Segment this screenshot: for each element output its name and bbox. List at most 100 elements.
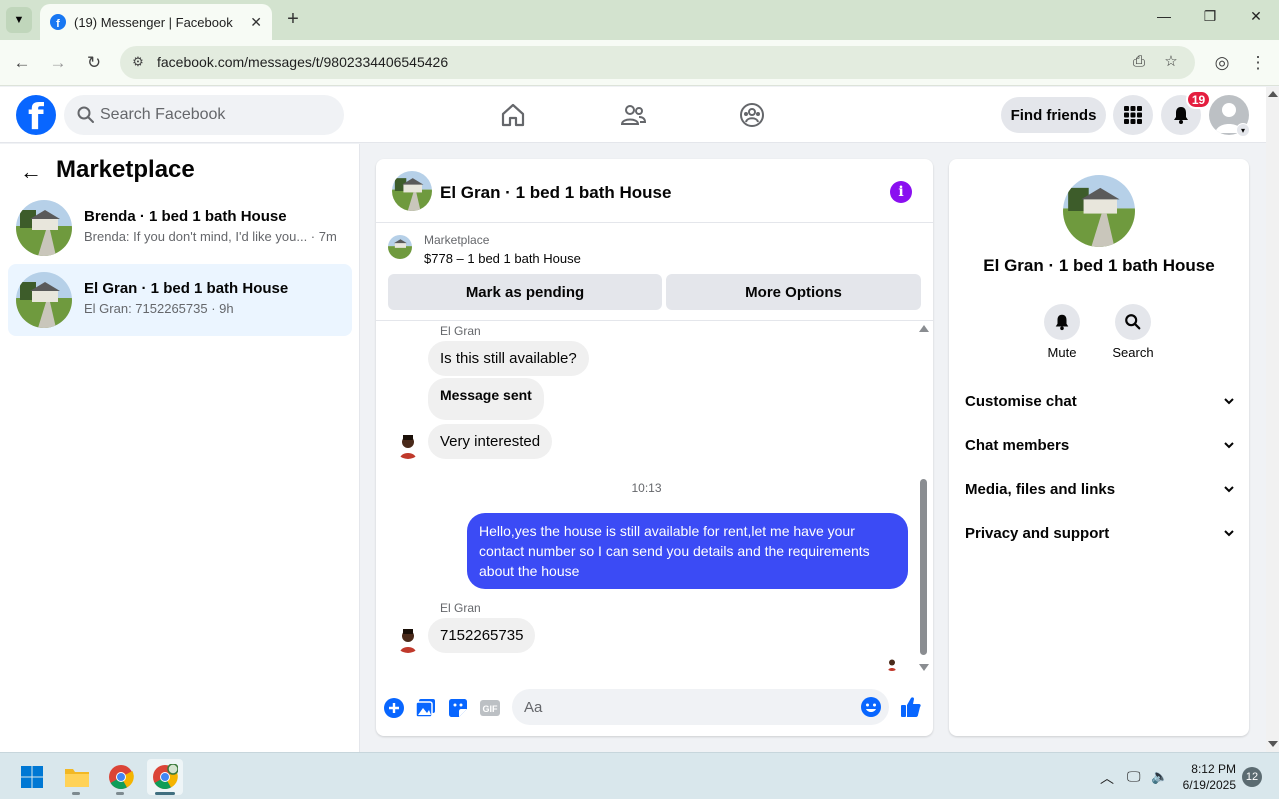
message-input-box[interactable] — [512, 689, 889, 725]
scroll-thumb[interactable] — [920, 479, 927, 655]
thumbs-up-icon[interactable] — [899, 695, 923, 719]
gif-icon[interactable]: GIF — [479, 697, 501, 719]
row-label: Customise chat — [965, 392, 1077, 410]
chat-details-panel: El Gran · 1 bed 1 bath House Mute Search… — [949, 159, 1249, 736]
incoming-message[interactable]: 7152265735 — [428, 618, 536, 653]
chevron-down-icon — [1224, 398, 1234, 405]
outgoing-message[interactable]: Hello,yes the house is still available f… — [467, 513, 908, 589]
sticker-icon[interactable] — [447, 697, 469, 719]
bookmark-star-icon[interactable]: ☆ — [1161, 52, 1181, 72]
customise-chat-row[interactable]: Customise chat — [965, 381, 1235, 421]
chrome-profile-icon[interactable] — [147, 759, 183, 795]
conversation-item-brenda[interactable]: Brenda · 1 bed 1 bath House Brenda: If y… — [8, 192, 352, 264]
friends-icon[interactable] — [619, 101, 647, 129]
photo-gallery-icon[interactable] — [415, 697, 437, 719]
network-icon[interactable]: 🖵 — [1127, 768, 1141, 785]
site-info-icon[interactable]: ⚙ — [128, 52, 148, 72]
media-files-links-row[interactable]: Media, files and links — [965, 469, 1235, 509]
groups-icon[interactable] — [738, 101, 766, 129]
message-composer: GIF — [376, 676, 933, 736]
listing-thumbnail[interactable] — [388, 235, 412, 259]
incoming-message[interactable]: Message sent — [428, 378, 544, 420]
windows-start-icon[interactable] — [14, 759, 50, 795]
show-hidden-icons-chevron-icon[interactable]: ︿ — [1100, 768, 1114, 788]
forward-arrow-icon[interactable]: → — [47, 52, 69, 74]
back-arrow-icon[interactable]: ← — [11, 52, 33, 74]
minimize-icon[interactable]: — — [1149, 8, 1179, 24]
conversation-preview: Brenda: If you don't mind, I'd like you.… — [84, 229, 337, 244]
back-arrow-icon[interactable]: ← — [20, 160, 44, 184]
reload-icon[interactable]: ↻ — [83, 52, 105, 74]
chat-members-row[interactable]: Chat members — [965, 425, 1235, 465]
message-input[interactable] — [524, 689, 844, 725]
house-thumbnail[interactable] — [392, 171, 432, 211]
listing-category: Marketplace — [424, 233, 490, 247]
mute-button[interactable]: Mute — [1032, 304, 1092, 360]
emoji-icon[interactable] — [860, 696, 882, 718]
find-friends-button[interactable]: Find friends — [1001, 97, 1106, 133]
sender-avatar[interactable] — [394, 625, 422, 653]
app-active-indicator — [155, 792, 175, 795]
marketplace-listing-bar: Marketplace $778 – 1 bed 1 bath House Ma… — [376, 223, 933, 321]
row-label: Privacy and support — [965, 524, 1110, 542]
conversation-item-el-gran[interactable]: El Gran · 1 bed 1 bath House El Gran: 71… — [8, 264, 352, 336]
chrome-icon[interactable] — [103, 759, 139, 795]
incoming-message[interactable]: Is this still available? — [428, 341, 589, 376]
message-thread: El Gran Is this still available? Message… — [376, 321, 933, 676]
panel-title: Marketplace — [56, 156, 195, 183]
facebook-logo-icon[interactable]: f — [16, 95, 56, 135]
tab-search-chevron-icon[interactable]: ▼ — [6, 7, 32, 33]
search-input[interactable] — [100, 95, 330, 135]
scroll-down-arrow-icon[interactable] — [1268, 741, 1278, 747]
mute-label: Mute — [1047, 345, 1077, 360]
search-in-chat-button[interactable]: Search — [1103, 304, 1163, 360]
facebook-favicon-icon: f — [50, 14, 66, 30]
privacy-support-row[interactable]: Privacy and support — [965, 513, 1235, 553]
clock-date: 6/19/2025 — [1182, 778, 1236, 792]
window-close-icon[interactable]: ✕ — [1241, 8, 1271, 25]
conversation-preview: El Gran: 7152265735 · 9h — [84, 301, 234, 316]
browser-menu-icon[interactable]: ⋮ — [1247, 52, 1269, 74]
search-icon — [77, 106, 94, 123]
notification-center-badge[interactable]: 12 — [1242, 767, 1262, 787]
scroll-up-arrow-icon[interactable] — [1268, 91, 1278, 97]
taskbar-clock[interactable]: 8:12 PM 6/19/2025 — [1180, 761, 1236, 793]
bell-icon — [1044, 304, 1080, 340]
plus-circle-icon[interactable] — [383, 697, 405, 719]
home-icon[interactable] — [499, 101, 527, 129]
notification-badge: 19 — [1186, 90, 1211, 109]
listing-price-title[interactable]: $778 – 1 bed 1 bath House — [424, 251, 581, 266]
info-icon[interactable]: i — [890, 181, 912, 203]
chat-title[interactable]: El Gran · 1 bed 1 bath House — [440, 183, 671, 203]
browser-tab-messenger[interactable]: f (19) Messenger | Facebook ✕ — [40, 4, 272, 40]
clock-time: 8:12 PM — [1191, 762, 1236, 776]
tab-close-icon[interactable]: ✕ — [250, 14, 262, 31]
restore-icon[interactable]: ❐ — [1195, 8, 1225, 25]
volume-icon[interactable]: 🔈 — [1151, 768, 1168, 785]
mark-as-pending-button[interactable]: Mark as pending — [388, 274, 662, 310]
chat-scrollbar[interactable] — [917, 325, 929, 672]
scroll-down-arrow-icon[interactable] — [919, 664, 929, 671]
facebook-search[interactable] — [64, 95, 344, 135]
conversation-title: Brenda · 1 bed 1 bath House — [84, 208, 287, 225]
page-scrollbar[interactable] — [1266, 87, 1279, 752]
install-app-icon[interactable]: ⎙ — [1129, 52, 1149, 72]
address-bar[interactable]: ⚙ facebook.com/messages/t/98023344065454… — [120, 46, 1195, 79]
new-tab-plus-icon[interactable]: + — [282, 8, 304, 30]
scroll-up-arrow-icon[interactable] — [919, 325, 929, 332]
listing-image[interactable] — [1063, 175, 1135, 247]
menu-grid-icon[interactable] — [1113, 95, 1153, 135]
chevron-down-icon — [1224, 442, 1234, 449]
conversation-title: El Gran · 1 bed 1 bath House — [84, 280, 289, 297]
row-label: Chat members — [965, 436, 1070, 454]
house-thumbnail — [16, 200, 72, 256]
sender-avatar[interactable] — [394, 431, 422, 459]
details-title: El Gran · 1 bed 1 bath House — [983, 256, 1215, 275]
account-chevron-icon[interactable]: ▾ — [1236, 123, 1250, 137]
profile-icon[interactable]: ◎ — [1211, 52, 1233, 74]
house-thumbnail — [16, 272, 72, 328]
more-options-button[interactable]: More Options — [666, 274, 921, 310]
file-explorer-icon[interactable] — [59, 759, 95, 795]
incoming-message[interactable]: Very interested — [428, 424, 553, 459]
svg-text:GIF: GIF — [483, 704, 499, 714]
